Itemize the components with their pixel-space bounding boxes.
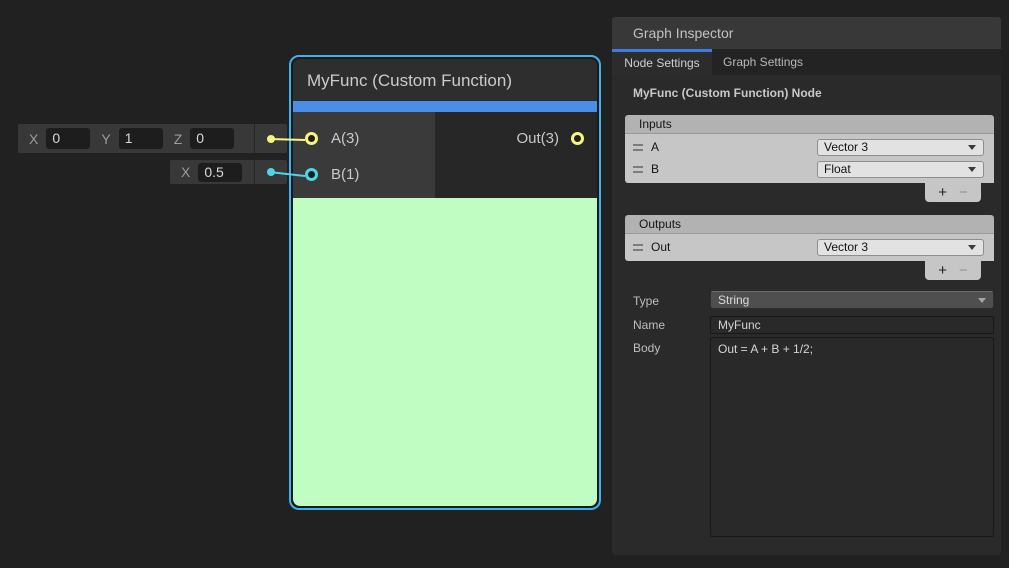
node-accent-bar — [293, 101, 597, 112]
body-label: Body — [633, 341, 660, 355]
custom-function-node[interactable]: MyFunc (Custom Function) A(3) B(1) Out(3… — [289, 55, 601, 510]
dropdown-arrow-icon — [968, 145, 976, 150]
float-connector-dot-icon[interactable] — [267, 168, 275, 176]
port-out-icon[interactable] — [571, 132, 584, 145]
float-input-widget: X 0.5 — [170, 160, 287, 184]
inputs-list-footer: + − — [925, 183, 981, 202]
remove-output-button[interactable]: − — [959, 263, 968, 278]
graph-inspector-panel: Graph Inspector Node Settings Graph Sett… — [612, 17, 1001, 555]
output-row-out[interactable]: Out Vector 3 — [625, 236, 994, 258]
drag-handle-icon[interactable] — [633, 144, 643, 151]
port-b-icon[interactable] — [305, 168, 318, 181]
port-a-label: A(3) — [331, 130, 359, 147]
tab-graph-settings[interactable]: Graph Settings — [712, 49, 817, 75]
inputs-section: Inputs A Vector 3 B Float — [625, 115, 994, 202]
body-field[interactable]: Out = A + B + 1/2; — [710, 337, 994, 537]
outputs-list-footer: + − — [925, 261, 981, 280]
port-b-label: B(1) — [331, 166, 359, 183]
tab-node-settings[interactable]: Node Settings — [612, 49, 712, 75]
vector3-z-field[interactable]: 0 — [190, 128, 234, 149]
name-field[interactable]: MyFunc — [710, 316, 994, 334]
vector3-z-label: Z — [174, 131, 183, 147]
drag-handle-icon[interactable] — [633, 244, 643, 251]
float-x-label: X — [181, 164, 190, 180]
drag-handle-icon[interactable] — [633, 166, 643, 173]
add-input-button[interactable]: + — [938, 185, 947, 200]
port-a-icon[interactable] — [305, 132, 318, 145]
vector3-y-field[interactable]: 1 — [119, 128, 163, 149]
inspector-title[interactable]: Graph Inspector — [612, 17, 1001, 49]
vector3-connector-area[interactable] — [255, 135, 287, 143]
port-out-label: Out(3) — [516, 130, 559, 147]
graph-canvas[interactable]: X 0 Y 1 Z 0 X 0.5 MyFunc (Custom Functio… — [0, 0, 1009, 568]
vector3-input-widget: X 0 Y 1 Z 0 — [18, 124, 287, 153]
outputs-section-header: Outputs — [625, 215, 994, 234]
dropdown-arrow-icon — [978, 298, 986, 303]
float-connector-area[interactable] — [255, 168, 287, 176]
input-a-name: A — [651, 140, 659, 154]
input-b-type-value: Float — [824, 162, 851, 176]
type-value: String — [718, 293, 749, 307]
output-out-type-dropdown[interactable]: Vector 3 — [817, 239, 984, 256]
port-row-out: Out(3) — [435, 120, 597, 156]
port-row-b: B(1) — [293, 156, 435, 192]
outputs-section: Outputs Out Vector 3 + − — [625, 215, 994, 280]
port-row-a: A(3) — [293, 120, 435, 156]
dropdown-arrow-icon — [968, 245, 976, 250]
name-label: Name — [633, 318, 665, 332]
input-row-a[interactable]: A Vector 3 — [625, 136, 994, 158]
inputs-section-header: Inputs — [625, 115, 994, 134]
node-input-ports: A(3) B(1) — [293, 112, 435, 198]
vector3-y-label: Y — [101, 131, 110, 147]
output-out-name: Out — [651, 240, 670, 254]
input-row-b[interactable]: B Float — [625, 158, 994, 180]
type-label: Type — [633, 294, 659, 308]
node-preview — [293, 198, 597, 506]
output-out-type-value: Vector 3 — [824, 240, 868, 254]
node-output-ports: Out(3) — [435, 112, 597, 198]
vector3-x-field[interactable]: 0 — [46, 128, 90, 149]
type-dropdown[interactable]: String — [710, 291, 994, 309]
input-a-type-dropdown[interactable]: Vector 3 — [817, 139, 984, 156]
inspector-node-heading: MyFunc (Custom Function) Node — [633, 86, 1001, 100]
remove-input-button[interactable]: − — [959, 185, 968, 200]
input-a-type-value: Vector 3 — [824, 140, 868, 154]
input-b-name: B — [651, 162, 659, 176]
vector3-connector-dot-icon[interactable] — [267, 135, 275, 143]
dropdown-arrow-icon — [968, 167, 976, 172]
inspector-tabs: Node Settings Graph Settings — [612, 49, 1001, 75]
input-b-type-dropdown[interactable]: Float — [817, 161, 984, 178]
node-title[interactable]: MyFunc (Custom Function) — [293, 59, 597, 101]
vector3-x-label: X — [29, 131, 38, 147]
add-output-button[interactable]: + — [938, 263, 947, 278]
float-x-field[interactable]: 0.5 — [198, 163, 242, 182]
